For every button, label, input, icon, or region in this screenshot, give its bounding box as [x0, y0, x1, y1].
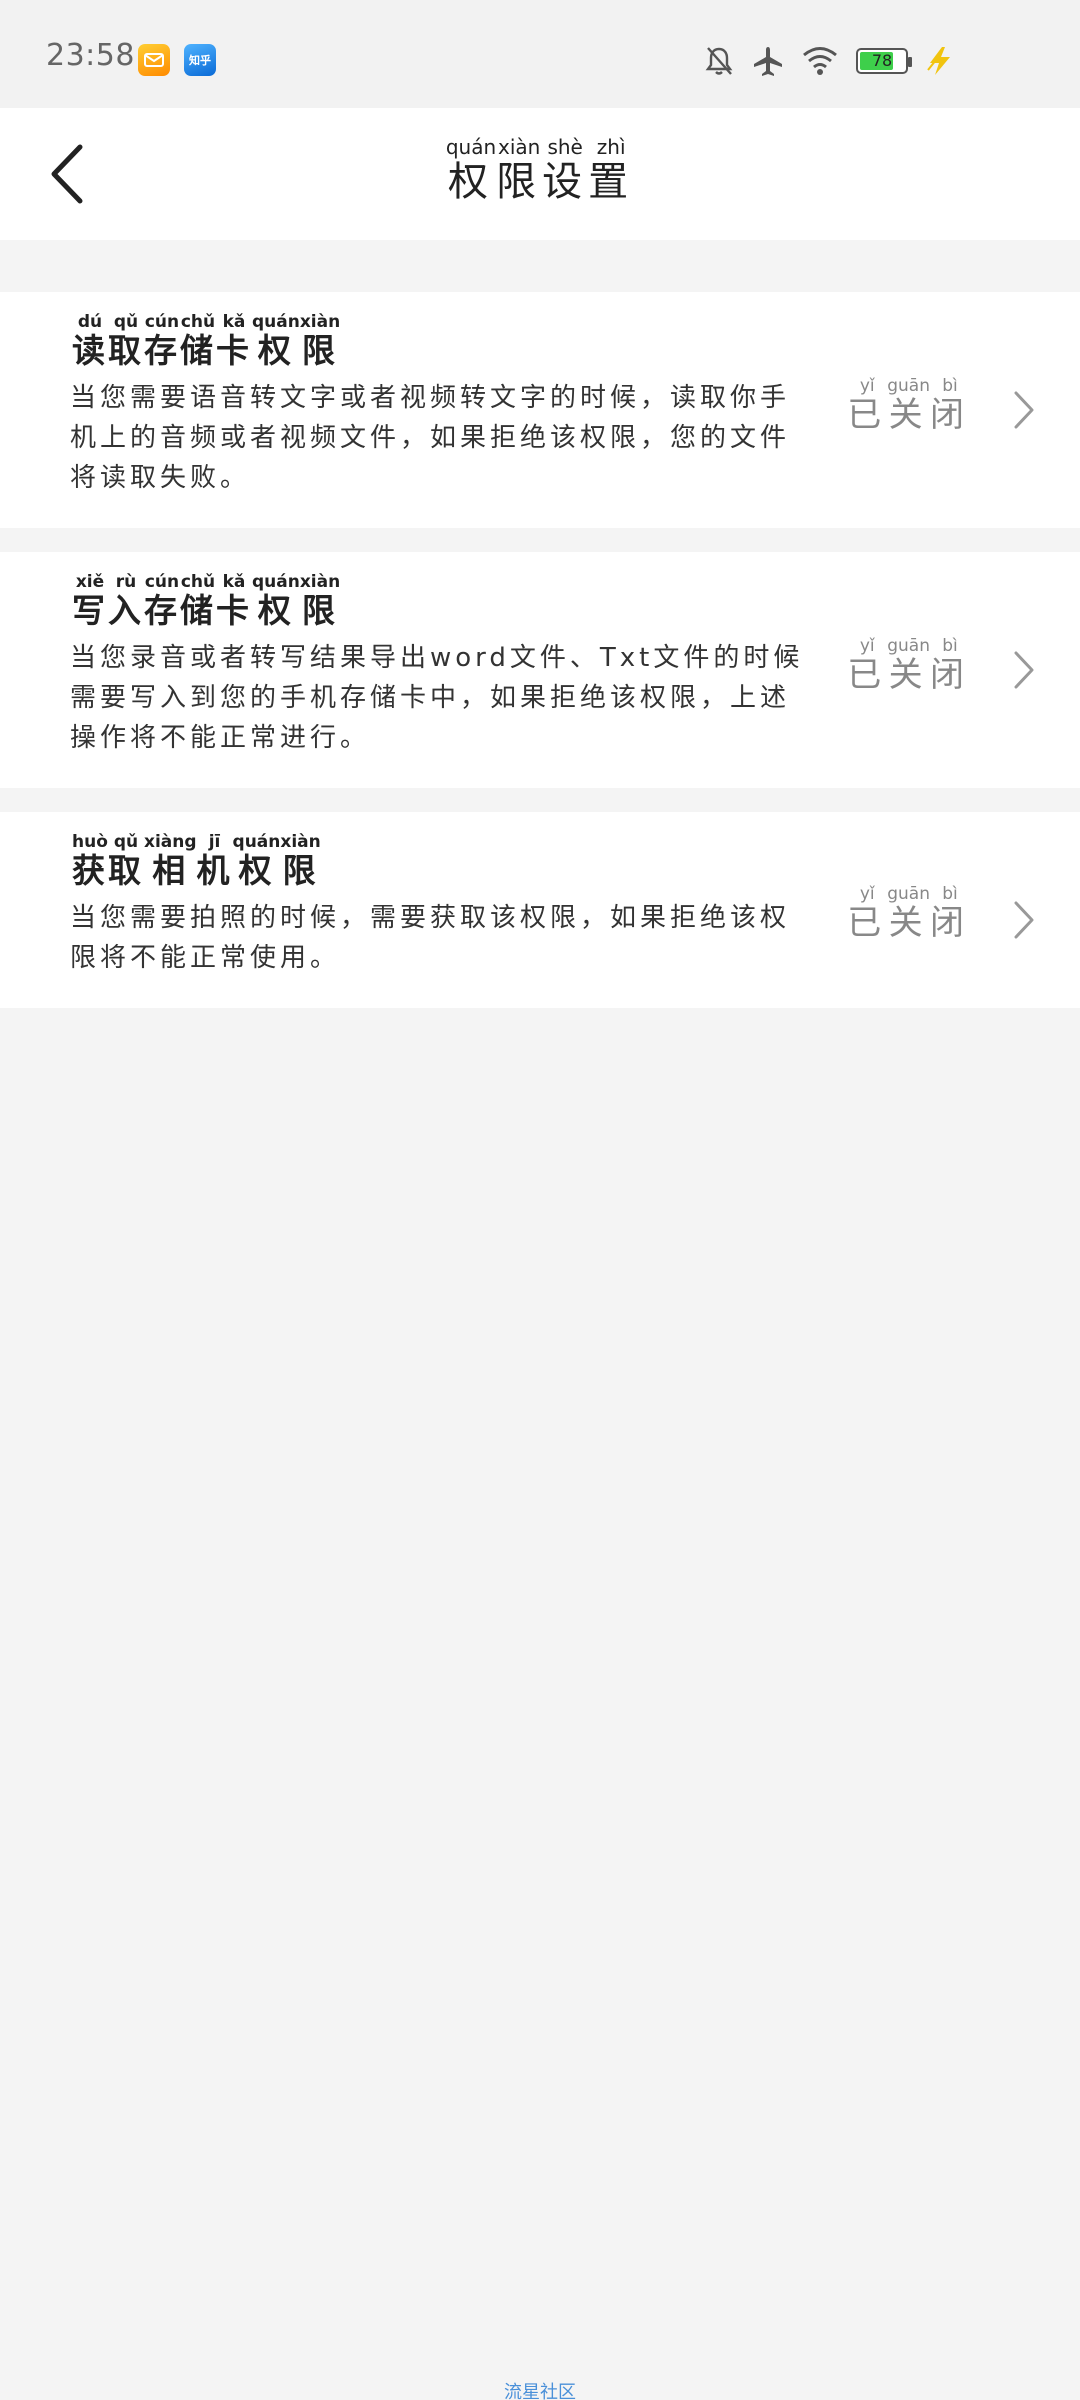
battery-level: 78 — [871, 51, 893, 70]
permission-title: 获huò取qǔ相xiàng机jī权quán限xiàn — [72, 832, 321, 890]
mail-app-icon — [138, 44, 170, 76]
battery-icon: 78 — [856, 48, 912, 74]
permission-status: 已yǐ关guān闭bì — [847, 636, 970, 695]
chevron-right-icon — [1012, 388, 1036, 432]
footer-community-link[interactable]: 流星社区 — [0, 2378, 1080, 2400]
page-title: 权quán限xiàn设shè置zhì — [445, 135, 635, 205]
permission-status: 已yǐ关guān闭bì — [847, 376, 970, 435]
status-bar: 23:58 知乎 78 — [0, 0, 1080, 108]
header: 权quán限xiàn设shè置zhì — [0, 108, 1080, 240]
permission-title: 读dú取qǔ存cún储chǔ卡kǎ权quán限xiàn — [72, 312, 341, 370]
permission-description: 当您需要语音转文字或者视频转文字的时候，读取你手机上的音频或者视频文件，如果拒绝… — [70, 383, 791, 493]
charging-icon — [926, 46, 954, 76]
chevron-right-icon — [1012, 648, 1036, 692]
permission-title: 写xiě入rù存cún储chǔ卡kǎ权quán限xiàn — [72, 572, 341, 630]
permission-status: 已yǐ关guān闭bì — [847, 884, 970, 943]
status-icons: 78 — [704, 44, 954, 78]
wifi-icon — [802, 46, 838, 76]
permission-item-camera[interactable]: 获huò取qǔ相xiàng机jī权quán限xiàn 当您需要拍照的时候，需要获… — [0, 812, 1080, 1008]
mute-bell-icon — [704, 45, 734, 77]
permission-item-read-storage[interactable]: 读dú取qǔ存cún储chǔ卡kǎ权quán限xiàn 当您需要语音转文字或者视… — [0, 292, 1080, 528]
status-time: 23:58 — [46, 38, 135, 73]
permission-item-write-storage[interactable]: 写xiě入rù存cún储chǔ卡kǎ权quán限xiàn 当您录音或者转写结果导… — [0, 552, 1080, 788]
permission-description: 当您需要拍照的时候，需要获取该权限，如果拒绝该权限将不能正常使用。 — [70, 903, 791, 973]
zhihu-app-icon: 知乎 — [184, 44, 216, 76]
chevron-right-icon — [1012, 898, 1036, 942]
airplane-icon — [752, 45, 784, 77]
permission-description: 当您录音或者转写结果导出word文件、Txt文件的时候需要写入到您的手机存储卡中… — [70, 643, 804, 753]
